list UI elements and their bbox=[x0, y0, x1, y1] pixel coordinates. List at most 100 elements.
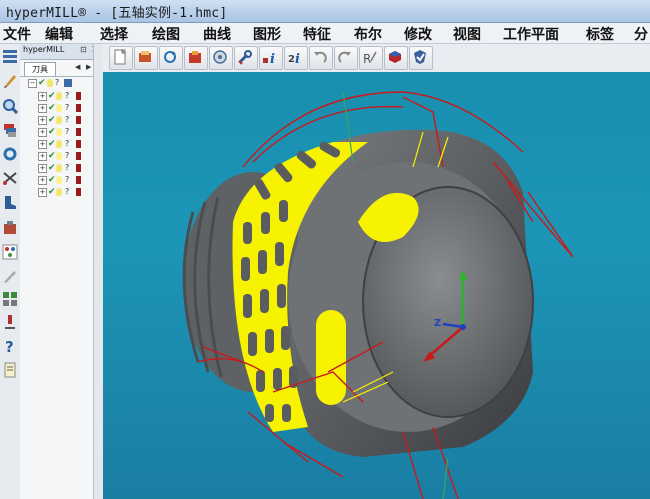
query-icon: ? bbox=[65, 91, 70, 100]
bulb-icon[interactable] bbox=[56, 164, 62, 172]
tree-root[interactable]: − ✔? bbox=[24, 78, 102, 89]
tree-item[interactable]: + ✔? bbox=[24, 103, 102, 114]
menu-modify[interactable]: 修改 bbox=[404, 24, 432, 44]
tree-item[interactable]: + ✔? bbox=[24, 175, 102, 186]
tool-icon bbox=[76, 116, 81, 124]
tab-left-arrow-icon[interactable]: ◀ bbox=[75, 63, 80, 71]
scissors-icon[interactable] bbox=[2, 170, 18, 186]
save-icon[interactable] bbox=[184, 46, 208, 70]
menu-feature[interactable]: 特征 bbox=[303, 24, 331, 44]
rotate-icon[interactable] bbox=[159, 46, 183, 70]
menu-boolean[interactable]: 布尔 bbox=[354, 24, 382, 44]
open-icon[interactable] bbox=[134, 46, 158, 70]
undo-icon[interactable] bbox=[309, 46, 333, 70]
panel-title: hyperMILL bbox=[23, 45, 65, 54]
note-icon[interactable] bbox=[2, 362, 18, 378]
layers-icon[interactable] bbox=[2, 122, 18, 138]
svg-text:?: ? bbox=[5, 338, 14, 354]
expand-icon[interactable]: + bbox=[38, 128, 47, 137]
panel-title-bar: hyperMILL ⊡ × bbox=[20, 44, 102, 60]
tool-icon[interactable] bbox=[2, 314, 18, 330]
magnify-icon[interactable] bbox=[2, 98, 18, 114]
shield-icon[interactable] bbox=[409, 46, 433, 70]
menu-view[interactable]: 视图 bbox=[453, 24, 481, 44]
boot-icon[interactable] bbox=[2, 194, 18, 210]
tree-item[interactable]: + ✔? bbox=[24, 91, 102, 102]
hand-icon[interactable] bbox=[2, 220, 18, 236]
menu-curve[interactable]: 曲线 bbox=[203, 24, 231, 44]
tab-tools[interactable]: 刀具 bbox=[24, 62, 56, 76]
bulb-icon[interactable] bbox=[56, 176, 62, 184]
target-icon[interactable] bbox=[209, 46, 233, 70]
tree-item[interactable]: + ✔? bbox=[24, 127, 102, 138]
wrench-icon[interactable] bbox=[234, 46, 258, 70]
palette-icon[interactable] bbox=[2, 244, 18, 260]
expand-icon[interactable]: + bbox=[38, 188, 47, 197]
bulb-icon[interactable] bbox=[56, 104, 62, 112]
info-icon[interactable]: i bbox=[259, 46, 283, 70]
help-icon[interactable]: ? bbox=[2, 338, 18, 354]
tree-item[interactable]: + ✔? bbox=[24, 151, 102, 162]
menu-file[interactable]: 文件 bbox=[3, 24, 31, 44]
menu-draw[interactable]: 绘图 bbox=[152, 24, 180, 44]
tool-icon bbox=[76, 140, 81, 148]
expand-icon[interactable]: + bbox=[38, 152, 47, 161]
check-icon: ✔ bbox=[48, 139, 56, 149]
menu-shape[interactable]: 图形 bbox=[253, 24, 281, 44]
expand-icon[interactable]: + bbox=[38, 92, 47, 101]
bulb-icon[interactable] bbox=[56, 116, 62, 124]
bulb-icon[interactable] bbox=[56, 92, 62, 100]
expand-icon[interactable]: + bbox=[38, 176, 47, 185]
collapse-icon[interactable]: − bbox=[28, 79, 37, 88]
menu-select[interactable]: 选择 bbox=[100, 24, 128, 44]
panel-scrollbar[interactable] bbox=[93, 44, 103, 499]
menu-tags[interactable]: 标签 bbox=[586, 24, 614, 44]
folder-icon bbox=[64, 79, 72, 87]
box-3d-icon[interactable] bbox=[384, 46, 408, 70]
svg-text:i: i bbox=[295, 52, 300, 65]
expand-icon[interactable]: + bbox=[38, 164, 47, 173]
check-icon: ✔ bbox=[48, 163, 56, 173]
new-doc-icon[interactable] bbox=[109, 46, 133, 70]
left-toolstrip: ? bbox=[0, 44, 21, 499]
tab-right-arrow-icon[interactable]: ▶ bbox=[86, 63, 91, 71]
bulb-icon[interactable] bbox=[56, 152, 62, 160]
info-2-icon[interactable]: 2i bbox=[284, 46, 308, 70]
expand-icon[interactable]: + bbox=[38, 140, 47, 149]
pencil-icon[interactable] bbox=[2, 72, 18, 88]
svg-text:2: 2 bbox=[288, 54, 295, 65]
reference-icon[interactable]: R bbox=[359, 46, 383, 70]
grid-icon[interactable] bbox=[2, 291, 18, 307]
tool-icon bbox=[76, 104, 81, 112]
part-render: Z bbox=[182, 91, 574, 499]
expand-icon[interactable]: + bbox=[38, 116, 47, 125]
pin-icon[interactable]: ⊡ bbox=[80, 45, 87, 54]
check-icon: ✔ bbox=[48, 103, 56, 113]
menu-more[interactable]: 分 bbox=[634, 24, 648, 44]
tree-item[interactable]: + ✔? bbox=[24, 115, 102, 126]
tool-icon bbox=[76, 176, 81, 184]
list-icon[interactable] bbox=[2, 48, 18, 64]
tree-item[interactable]: + ✔? bbox=[24, 187, 102, 198]
3d-viewport[interactable]: Z bbox=[103, 72, 650, 499]
check-icon: ✔ bbox=[48, 91, 56, 101]
tree-item[interactable]: + ✔? bbox=[24, 163, 102, 174]
refresh-icon[interactable] bbox=[2, 146, 18, 162]
check-icon: ✔ bbox=[48, 127, 56, 137]
bulb-icon[interactable] bbox=[56, 128, 62, 136]
tree-item[interactable]: + ✔? bbox=[24, 139, 102, 150]
tool-icon bbox=[76, 92, 81, 100]
menu-workplane[interactable]: 工作平面 bbox=[503, 24, 559, 44]
warning-icon[interactable] bbox=[2, 268, 18, 284]
query-icon: ? bbox=[65, 103, 70, 112]
panel-tab-row: 刀具 ◀ ▶ bbox=[20, 60, 102, 77]
bulb-icon[interactable] bbox=[56, 188, 62, 196]
bulb-icon[interactable] bbox=[47, 79, 53, 87]
redo-icon[interactable] bbox=[334, 46, 358, 70]
check-icon: ✔ bbox=[48, 115, 56, 125]
bulb-icon[interactable] bbox=[56, 140, 62, 148]
menu-edit[interactable]: 编辑 bbox=[45, 24, 73, 44]
expand-icon[interactable]: + bbox=[38, 104, 47, 113]
query-icon: ? bbox=[65, 127, 70, 136]
tool-icon bbox=[76, 188, 81, 196]
